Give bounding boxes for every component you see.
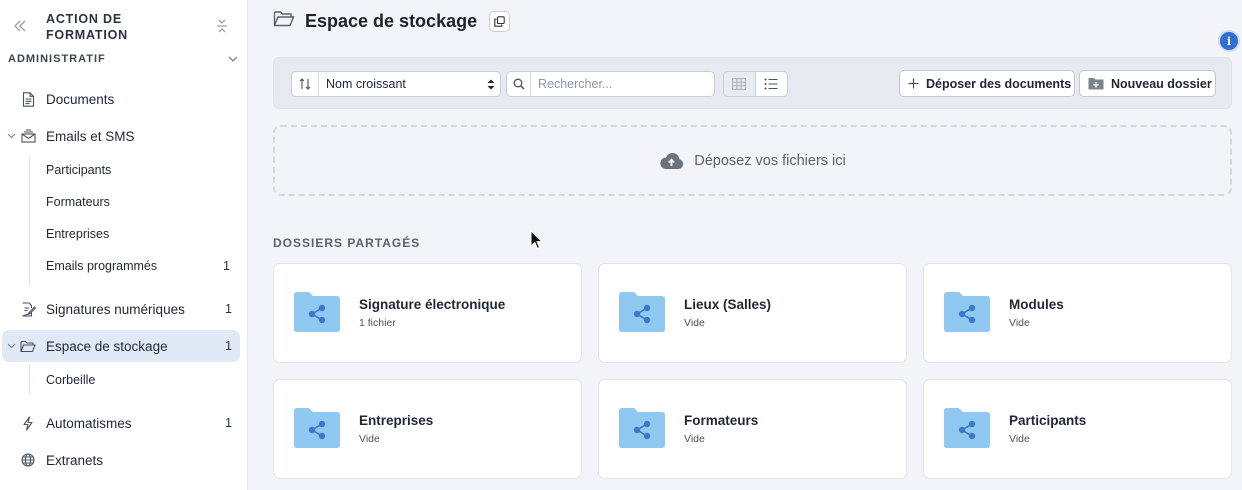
sidebar-subitem-participants[interactable]: Participants [46,159,238,181]
list-icon [764,78,778,90]
sidebar-item-automatismes[interactable]: Automatismes 1 [2,407,240,439]
upload-documents-button[interactable]: Déposer des documents [899,70,1075,97]
page-header: Espace de stockage [273,8,511,34]
shared-folder-icon [944,292,990,332]
grid-view-button[interactable] [724,72,756,96]
folder-card[interactable]: Formateurs Vide [598,379,907,479]
folder-subtitle: Vide [359,433,380,445]
folder-card[interactable]: Participants Vide [923,379,1232,479]
org-title: ACTION DE FORMATION [46,12,128,42]
collapse-sidebar-icon[interactable] [10,16,30,36]
chevron-down-icon [6,341,16,351]
mail-stack-icon [20,128,36,144]
info-icon[interactable]: i [1218,30,1240,52]
chevron-down-icon [228,56,238,62]
folder-title: Entreprises [359,413,434,428]
folder-subtitle: Vide [684,433,705,445]
sidebar-item-label: Entreprises [46,227,110,241]
sidebar-item-label: Participants [46,163,112,177]
folder-subtitle: Vide [684,317,705,329]
section-title: DOSSIERS PARTAGÉS [273,236,421,250]
sidebar-subitem-corbeille[interactable]: Corbeille [46,369,238,391]
folder-subtitle: Vide [1009,433,1030,445]
folder-subtitle: 1 fichier [359,317,396,329]
search-icon [507,72,531,96]
search-box [506,71,715,97]
folder-title: Formateurs [684,413,759,428]
sidebar-subitem-formateurs[interactable]: Formateurs [46,191,238,213]
shared-folder-icon [944,408,990,448]
folder-title: Signature électronique [359,297,506,312]
count-badge: 1 [223,259,230,273]
button-label: Nouveau dossier [1111,76,1212,91]
folder-card[interactable]: Modules Vide [923,263,1232,363]
lightning-icon [20,415,36,431]
list-view-button[interactable] [755,72,787,96]
copy-link-button[interactable] [489,10,511,32]
shared-folder-icon [294,408,340,448]
folder-subtitle: Vide [1009,317,1030,329]
sort-value: Nom croissant [326,77,406,91]
sidebar-item-signatures[interactable]: Signatures numériques 1 [2,293,240,325]
plus-icon [908,78,919,89]
sidebar-item-label: Documents [46,91,115,107]
file-dropzone[interactable]: Déposez vos fichiers ici [273,125,1232,196]
sidebar-item-espace-de-stockage[interactable]: Espace de stockage 1 [2,330,240,362]
document-icon [20,91,36,107]
folder-title: Lieux (Salles) [684,297,772,312]
sidebar-subitem-entreprises[interactable]: Entreprises [46,223,238,245]
sidebar-item-label: Emails et SMS [46,128,135,144]
count-badge: 1 [225,302,232,316]
toolbar: Nom croissant Déposer des documents Nouv… [273,57,1232,109]
dropzone-text: Déposez vos fichiers ici [694,152,846,169]
grid-icon [732,78,747,90]
signature-icon [20,301,36,317]
section-label: ADMINISTRATIF [8,53,106,65]
select-arrows-icon [482,79,500,90]
mouse-cursor-icon [530,230,544,250]
sidebar-item-emails-sms[interactable]: Emails et SMS [2,120,240,152]
cloud-upload-icon [659,152,684,170]
section-administratif[interactable]: ADMINISTRATIF [8,52,238,66]
sidebar-item-label: Espace de stockage [46,338,168,354]
sidebar-subitem-emails-programmes[interactable]: Emails programmés 1 [46,255,238,277]
new-folder-button[interactable]: Nouveau dossier [1079,70,1216,97]
sidebar-item-label: Signatures numériques [46,301,185,317]
page-title: Espace de stockage [305,10,478,31]
copy-icon [494,15,505,27]
folder-title: Participants [1009,413,1087,428]
shared-folder-icon [619,408,665,448]
button-label: Déposer des documents [926,76,1072,91]
folder-open-icon [20,338,36,354]
view-toggle [723,71,788,97]
shared-folder-icon [619,292,665,332]
shared-folder-icon [294,292,340,332]
sidebar-item-label: Emails programmés [46,259,158,273]
count-badge: 1 [225,339,232,353]
count-badge: 1 [225,416,232,430]
sidebar-item-extranets[interactable]: Extranets [2,444,240,476]
sidebar: ACTION DE FORMATION ADMINISTRATIF Docume… [0,0,248,490]
tree-line [29,364,30,394]
sidebar-item-documents[interactable]: Documents [2,83,240,115]
folder-card[interactable]: Signature électronique 1 fichier [273,263,582,363]
sidebar-item-label: Formateurs [46,195,110,209]
sort-select[interactable]: Nom croissant [291,71,501,97]
folder-card[interactable]: Entreprises Vide [273,379,582,479]
search-input[interactable] [531,72,714,96]
sort-icon [292,72,319,96]
expand-collapse-icon[interactable] [213,17,231,35]
folder-open-icon [273,10,295,32]
sidebar-item-label: Corbeille [46,373,96,387]
folder-title: Modules [1009,297,1064,312]
globe-icon [20,452,36,468]
tree-line [29,156,30,286]
folder-card[interactable]: Lieux (Salles) Vide [598,263,907,363]
folder-plus-icon [1088,77,1104,90]
chevron-down-icon [6,131,16,141]
sidebar-item-label: Extranets [46,452,104,468]
sidebar-item-label: Automatismes [46,415,132,431]
